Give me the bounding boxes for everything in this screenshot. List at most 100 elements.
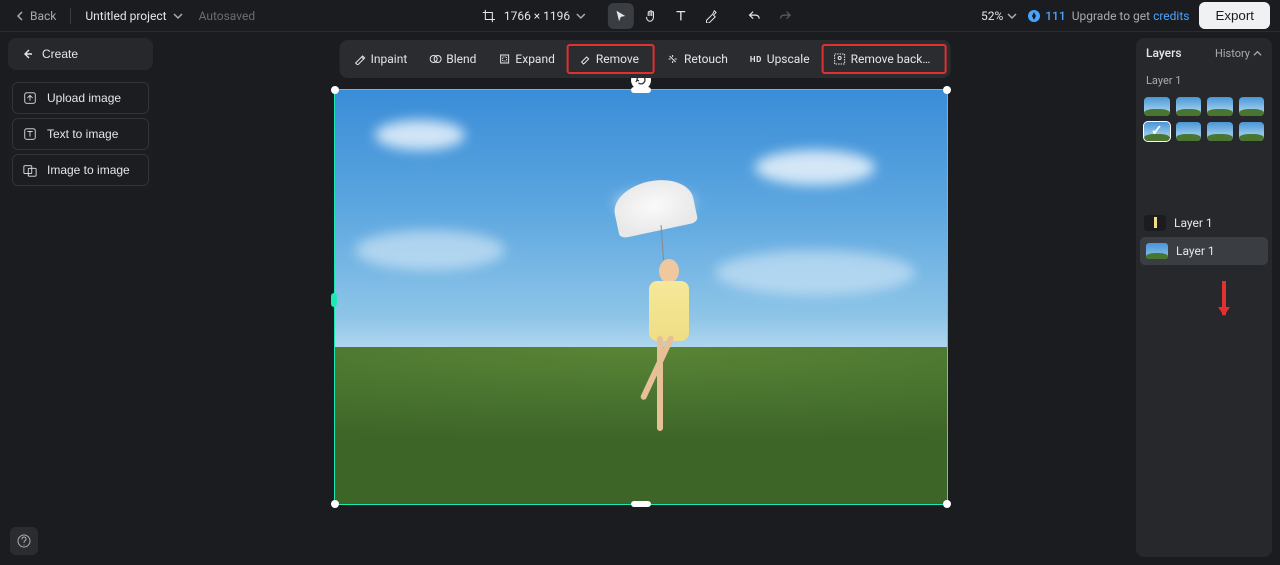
variation-thumb-selected[interactable]: ✓ (1144, 122, 1170, 141)
blend-icon (429, 53, 441, 65)
layers-title: Layers (1146, 46, 1182, 60)
inpaint-tool[interactable]: Inpaint (344, 46, 418, 72)
highlight-remove-bg: Remove back… (822, 44, 947, 74)
layer-thumb-person (1144, 215, 1166, 231)
undo-button[interactable] (742, 3, 768, 29)
variation-thumb[interactable] (1239, 97, 1265, 116)
cloud (375, 120, 465, 150)
credit-icon (1027, 9, 1041, 23)
hd-icon: HD (750, 55, 762, 64)
remove-bg-icon (834, 53, 846, 65)
text-to-image-button[interactable]: Text to image (12, 118, 149, 150)
torso (649, 281, 689, 341)
back-button[interactable]: Back (10, 5, 62, 27)
remove-background-tool[interactable]: Remove back… (828, 48, 937, 70)
left-sidebar: Create Upload image Text to image Image … (8, 38, 153, 190)
resize-handle-left[interactable] (331, 293, 337, 307)
tool-row (608, 3, 798, 29)
expand-tool[interactable]: Expand (488, 46, 564, 72)
variations-grid: ✓ (1136, 93, 1272, 151)
header-right: 52% 111 Upgrade to get credits Export (981, 2, 1270, 29)
text-to-image-icon (23, 127, 37, 141)
create-options: Upload image Text to image Image to imag… (8, 78, 153, 190)
variation-thumb[interactable] (1176, 97, 1202, 116)
upload-icon (23, 91, 37, 105)
upload-image-button[interactable]: Upload image (12, 82, 149, 114)
divider (70, 8, 71, 24)
pointer-tool[interactable] (608, 3, 634, 29)
hand-tool[interactable] (638, 3, 664, 29)
variation-thumb[interactable] (1239, 122, 1265, 141)
upgrade-link[interactable]: Upgrade to get credits (1072, 9, 1190, 23)
highlight-remove: Remove (567, 44, 655, 74)
layer-item[interactable]: Layer 1 (1136, 209, 1272, 237)
cloud (755, 150, 875, 185)
image-to-image-button[interactable]: Image to image (12, 154, 149, 186)
credits-value: 111 (1045, 9, 1065, 23)
help-button[interactable] (10, 527, 38, 555)
create-button[interactable]: Create (8, 38, 153, 70)
chevron-down-icon (173, 11, 183, 21)
inpaint-icon (354, 53, 366, 65)
upscale-tool[interactable]: HDUpscale (740, 46, 820, 72)
annotation-arrow (1222, 281, 1226, 315)
text2img-label: Text to image (47, 127, 118, 141)
person-figure (629, 181, 709, 441)
variation-thumb[interactable] (1207, 97, 1233, 116)
header-center: 1766 × 1196 (482, 3, 798, 29)
head (659, 259, 679, 283)
image-to-image-icon (23, 163, 37, 177)
dimensions-dropdown[interactable]: 1766 × 1196 (504, 9, 586, 23)
layer-list: Layer 1 Layer 1 (1136, 209, 1272, 265)
eyedropper-tool[interactable] (698, 3, 724, 29)
credits-block: 111 Upgrade to get credits (1027, 9, 1189, 23)
remove-tool[interactable]: Remove (573, 48, 645, 70)
variation-thumb[interactable] (1144, 97, 1170, 116)
history-link[interactable]: History (1215, 47, 1262, 60)
chevron-up-icon (1253, 49, 1262, 58)
upload-label: Upload image (47, 91, 121, 105)
resize-handle-bottom-right[interactable] (943, 500, 951, 508)
redo-button[interactable] (772, 3, 798, 29)
cloud (715, 250, 915, 295)
dimensions-text: 1766 × 1196 (504, 9, 570, 23)
app-header: Back Untitled project Autosaved 1766 × 1… (0, 0, 1280, 32)
canvas-area[interactable]: Inpaint Blend Expand Remove Retouch HDUp… (160, 32, 1130, 557)
resize-handle-bottom[interactable] (631, 501, 651, 507)
project-name-text: Untitled project (85, 9, 166, 23)
zoom-value: 52% (981, 9, 1003, 23)
crop-icon[interactable] (482, 9, 496, 23)
layer-name: Layer 1 (1174, 216, 1213, 230)
chevron-down-icon (1007, 11, 1017, 21)
edit-toolbar: Inpaint Blend Expand Remove Retouch HDUp… (340, 40, 951, 78)
layers-panel: Layers History Layer 1 ✓ Layer 1 Layer 1 (1136, 38, 1272, 557)
zoom-dropdown[interactable]: 52% (981, 9, 1017, 23)
retouch-icon (667, 53, 679, 65)
back-arrow-icon (22, 48, 34, 60)
blend-tool[interactable]: Blend (419, 46, 486, 72)
check-icon: ✓ (1151, 123, 1163, 139)
variation-thumb[interactable] (1176, 122, 1202, 141)
eraser-icon (579, 53, 591, 65)
resize-handle-top-right[interactable] (943, 86, 951, 94)
autosaved-status: Autosaved (199, 9, 256, 23)
img2img-label: Image to image (47, 163, 130, 177)
text-tool[interactable] (668, 3, 694, 29)
layer-name: Layer 1 (1176, 244, 1215, 258)
credit-badge[interactable]: 111 (1027, 9, 1065, 23)
create-label: Create (42, 47, 78, 61)
resize-handle-top-left[interactable] (331, 86, 339, 94)
variation-thumb[interactable] (1207, 122, 1233, 141)
export-button[interactable]: Export (1199, 2, 1270, 29)
chevron-down-icon (576, 11, 586, 21)
resize-handle-bottom-left[interactable] (331, 500, 339, 508)
layer-group-label: Layer 1 (1136, 68, 1272, 93)
expand-icon (498, 53, 510, 65)
project-name-dropdown[interactable]: Untitled project (79, 5, 188, 27)
retouch-tool[interactable]: Retouch (657, 46, 738, 72)
layer-thumb-landscape (1146, 243, 1168, 259)
canvas-image[interactable] (334, 89, 948, 505)
back-label: Back (30, 9, 56, 23)
layer-item-selected[interactable]: Layer 1 (1140, 237, 1268, 265)
help-icon (17, 534, 31, 548)
